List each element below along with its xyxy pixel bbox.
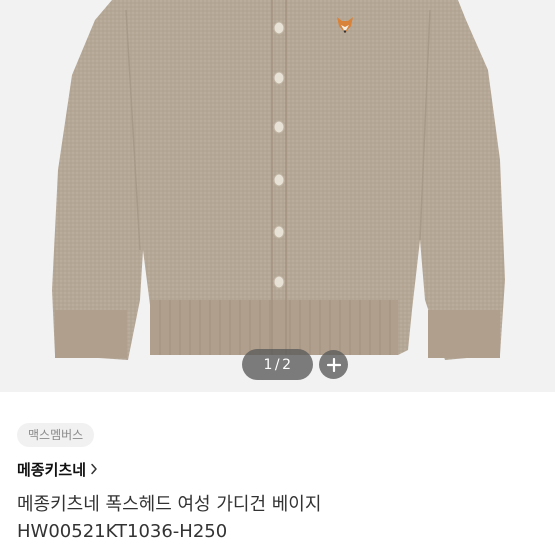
pager-separator: / <box>274 356 281 373</box>
chevron-right-icon <box>90 463 98 475</box>
product-title-line-2: HW00521KT1036-H250 <box>17 521 228 542</box>
product-title: 메종키츠네 폭스헤드 여성 가디건 베이지 HW00521KT1036-H250 <box>17 491 538 545</box>
fox-head-icon <box>337 17 353 33</box>
image-pager: 1 / 2 <box>242 349 313 380</box>
product-image-carousel[interactable]: 1 / 2 <box>0 0 555 392</box>
pager-total: 2 <box>282 356 292 373</box>
pager-current: 1 <box>263 356 273 373</box>
plus-icon <box>326 357 341 372</box>
seller-tag[interactable]: 맥스멤버스 <box>17 423 95 447</box>
product-info: 맥스멤버스 메종키츠네 메종키츠네 폭스헤드 여성 가디건 베이지 HW0052… <box>0 392 555 545</box>
zoom-button[interactable] <box>319 350 348 379</box>
product-title-line-1: 메종키츠네 폭스헤드 여성 가디건 베이지 <box>17 494 322 515</box>
brand-link[interactable]: 메종키츠네 <box>17 457 538 481</box>
product-image <box>52 0 505 360</box>
brand-name[interactable]: 메종키츠네 <box>17 459 86 480</box>
